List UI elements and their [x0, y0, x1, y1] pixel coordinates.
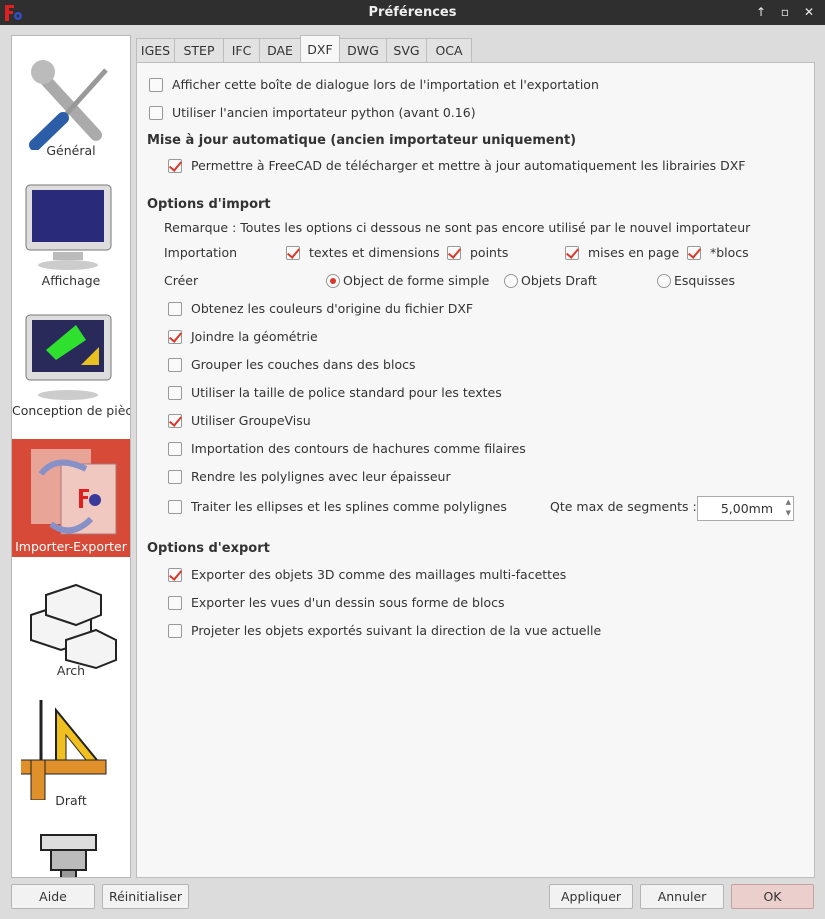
export-option-label: Exporter des objets 3D comme des maillag… [191, 567, 567, 582]
import-option-label: Importation des contours de hachures com… [191, 441, 526, 456]
preferences-sidebar: Général Affichage Conception de pièces I… [11, 35, 131, 878]
help-button[interactable]: Aide [11, 884, 95, 909]
importation-option-checkbox[interactable] [447, 246, 461, 260]
sidebar-item-path[interactable] [12, 816, 130, 877]
sidebar-item-label: Général [46, 143, 96, 158]
max-segments-value: 5,00mm [720, 501, 773, 516]
import-option-checkbox[interactable] [168, 414, 182, 428]
ok-button[interactable]: OK [731, 884, 814, 909]
importation-label: Importation [164, 245, 238, 260]
monitor-icon [25, 184, 112, 270]
create-option-radio[interactable] [326, 274, 340, 288]
arch-blocks-icon [30, 583, 117, 670]
import-option-checkbox[interactable] [168, 330, 182, 344]
sidebar-item-part-design[interactable]: Conception de pièces [12, 296, 130, 426]
create-option-radio[interactable] [657, 274, 671, 288]
sidebar-item-label: Affichage [41, 273, 101, 288]
draft-square-icon [21, 700, 107, 800]
create-label: Créer [164, 273, 199, 288]
import-option-checkbox[interactable] [168, 302, 182, 316]
import-option-label: Utiliser GroupeVisu [191, 413, 311, 428]
export-option-label: Exporter les vues d'un dessin sous forme… [191, 595, 505, 610]
importation-option-checkbox[interactable] [286, 246, 300, 260]
show-dialog-label: Afficher cette boîte de dialogue lors de… [172, 77, 599, 92]
export-option-checkbox[interactable] [168, 596, 182, 610]
export-option-checkbox[interactable] [168, 568, 182, 582]
create-option-label: Esquisses [674, 273, 735, 288]
tab-svg[interactable]: SVG [386, 38, 427, 63]
legacy-importer-label: Utiliser l'ancien importateur python (av… [172, 105, 476, 120]
import-heading: Options d'import [147, 197, 271, 212]
maximize-icon[interactable]: ↑ [753, 4, 769, 20]
sidebar-item-label: Arch [56, 663, 86, 678]
tab-ifc[interactable]: IFC [223, 38, 260, 63]
import-option-label: Traiter les ellipses et les splines comm… [191, 499, 507, 514]
allow-download-label: Permettre à FreeCAD de télécharger et me… [191, 158, 746, 173]
import-export-icon [31, 449, 117, 535]
sidebar-item-arch[interactable]: Arch [12, 556, 130, 686]
close-icon[interactable]: ✕ [801, 4, 817, 20]
sidebar-item-label: Importer-Exporter [15, 539, 127, 554]
tab-dae[interactable]: DAE [259, 38, 301, 63]
tab-oca[interactable]: OCA [426, 38, 472, 63]
tab-iges[interactable]: IGES [136, 38, 175, 63]
legacy-importer-checkbox[interactable] [149, 106, 163, 120]
export-option-label: Projeter les objets exportés suivant la … [191, 623, 602, 638]
tab-dxf[interactable]: DXF [300, 35, 340, 63]
import-option-checkbox[interactable] [168, 470, 182, 484]
export-heading: Options d'export [147, 541, 270, 556]
apply-button[interactable]: Appliquer [549, 884, 633, 909]
import-option-checkbox[interactable] [168, 358, 182, 372]
sidebar-item-general[interactable]: Général [12, 36, 130, 166]
create-option-radio[interactable] [504, 274, 518, 288]
window-title: Préférences [368, 5, 457, 20]
reset-button[interactable]: Réinitialiser [102, 884, 189, 909]
spin-up-icon[interactable]: ▲ [786, 498, 791, 506]
importation-option-label: textes et dimensions [309, 245, 440, 260]
auto-update-heading: Mise à jour automatique (ancien importat… [147, 133, 577, 148]
importation-option-checkbox[interactable] [565, 246, 579, 260]
import-option-checkbox[interactable] [168, 442, 182, 456]
import-option-label: Obtenez les couleurs d'origine du fichie… [191, 301, 474, 316]
cancel-button[interactable]: Annuler [640, 884, 724, 909]
import-option-checkbox[interactable] [168, 500, 182, 514]
title-bar: Préférences ↑ ▫ ✕ [0, 0, 825, 25]
import-option-checkbox[interactable] [168, 386, 182, 400]
sidebar-item-label: Conception de pièces [12, 403, 130, 418]
tools-icon [29, 60, 108, 150]
tab-step[interactable]: STEP [174, 38, 224, 63]
export-option-checkbox[interactable] [168, 624, 182, 638]
restore-icon[interactable]: ▫ [777, 4, 793, 20]
create-option-label: Objets Draft [521, 273, 597, 288]
allow-download-checkbox[interactable] [168, 159, 182, 173]
max-segments-label: Qte max de segments : [550, 499, 697, 514]
sidebar-item-import-export[interactable]: Importer-Exporter [12, 439, 130, 557]
importation-option-checkbox[interactable] [687, 246, 701, 260]
import-option-label: Utiliser la taille de police standard po… [191, 385, 502, 400]
remark-text: Remarque : Toutes les options ci dessous… [164, 220, 751, 235]
sidebar-item-label: Draft [55, 793, 87, 808]
create-option-label: Object de forme simple [343, 273, 490, 288]
part-design-icon [25, 314, 112, 400]
spin-down-icon[interactable]: ▼ [786, 509, 791, 517]
import-option-label: Grouper les couches dans des blocs [191, 357, 416, 372]
import-option-label: Rendre les polylignes avec leur épaisseu… [191, 469, 451, 484]
max-segments-spinbox[interactable]: 5,00mm ▲ ▼ [697, 496, 794, 521]
importation-option-label: *blocs [710, 245, 749, 260]
show-dialog-checkbox[interactable] [149, 78, 163, 92]
importation-option-label: points [470, 245, 509, 260]
path-mill-icon [40, 834, 97, 877]
sidebar-item-display[interactable]: Affichage [12, 166, 130, 296]
sidebar-item-draft[interactable]: Draft [12, 686, 130, 816]
importation-option-label: mises en page [588, 245, 680, 260]
import-option-label: Joindre la géométrie [191, 329, 318, 344]
tab-dwg[interactable]: DWG [339, 38, 387, 63]
